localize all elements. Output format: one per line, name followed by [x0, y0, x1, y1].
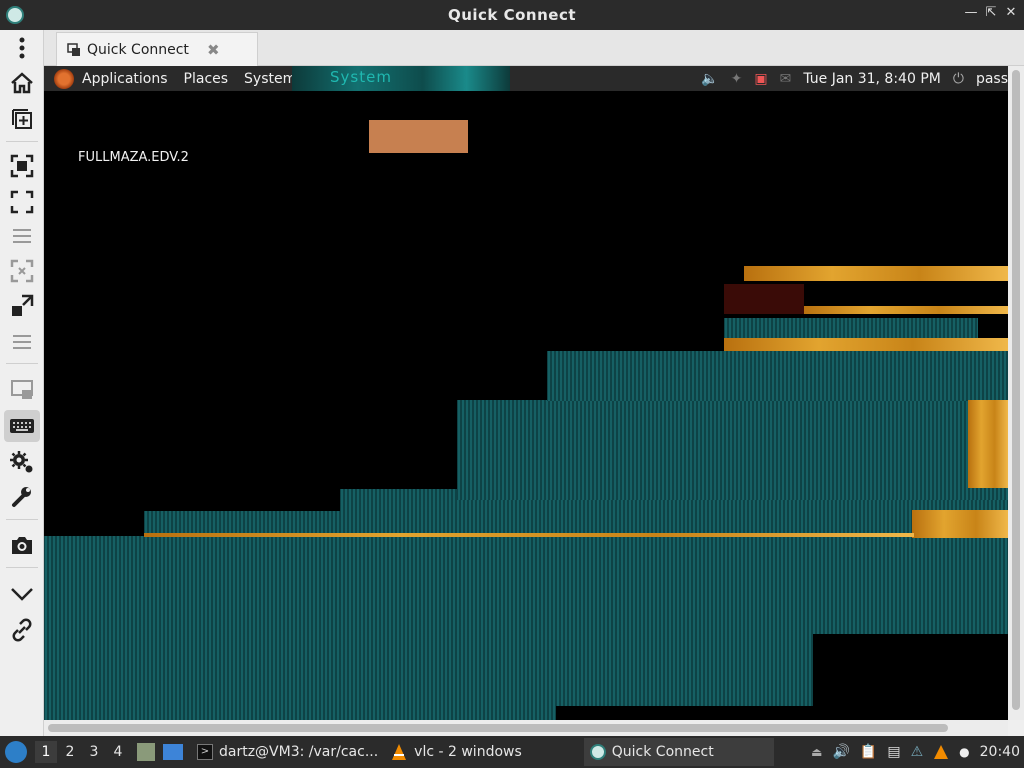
task-quick-connect[interactable]: Quick Connect — [583, 738, 774, 766]
connection-tabbar: Quick Connect ✖ — [44, 30, 1024, 66]
remote-network-icon[interactable]: ✦ — [731, 71, 743, 87]
screen-icon — [67, 42, 80, 56]
remote-glitch-region: System — [292, 66, 510, 91]
disconnect-icon[interactable] — [4, 614, 40, 646]
task-label: Quick Connect — [611, 744, 714, 760]
remote-artifact — [813, 634, 1008, 720]
file-manager-icon[interactable] — [137, 743, 155, 761]
tray-network-icon[interactable]: ▤ — [887, 744, 900, 760]
remote-artifact — [912, 510, 1008, 538]
workspace-1[interactable]: 1 — [35, 741, 57, 763]
menu-lines-icon[interactable] — [4, 326, 40, 358]
close-icon[interactable]: ✕ — [1002, 5, 1020, 20]
remote-desktop-view[interactable]: FULLMAZA.EDV.2 Applications Places Syste… — [44, 66, 1008, 720]
window-titlebar: Quick Connect — ⇱ ✕ — [0, 0, 1024, 30]
remote-artifact — [968, 400, 1008, 488]
workspace-2[interactable]: 2 — [59, 741, 81, 763]
remote-artifact — [744, 266, 1008, 281]
menu-lines-icon[interactable] — [4, 220, 40, 252]
tray-status-icon[interactable]: ● — [959, 745, 969, 759]
remote-menu-applications[interactable]: Applications — [82, 71, 168, 87]
remmina-toolbar — [0, 30, 44, 736]
horizontal-scrollbar[interactable] — [44, 720, 1008, 736]
remote-wallpaper-region — [547, 351, 1008, 401]
task-terminal[interactable]: > dartz@VM3: /var/cac... — [191, 738, 384, 766]
scale-icon[interactable] — [4, 290, 40, 322]
remote-host-label: FULLMAZA.EDV.2 — [78, 150, 189, 165]
more-options-icon[interactable] — [4, 32, 40, 64]
start-menu-icon[interactable] — [5, 741, 27, 763]
vlc-icon — [392, 744, 407, 760]
remote-wallpaper-region — [724, 318, 978, 338]
remote-display-icon[interactable]: ▣ — [754, 71, 767, 87]
tray-eject-icon[interactable]: ⏏ — [811, 745, 822, 759]
tab-label: Quick Connect — [87, 41, 189, 58]
home-icon[interactable] — [4, 67, 40, 99]
system-tray: ⏏ 🔊 📋 ▤ ⚠ ● 20:40 — [811, 736, 1024, 768]
tray-clipboard-icon[interactable]: 📋 — [860, 744, 877, 760]
workspace-3[interactable]: 3 — [83, 741, 105, 763]
restore-icon[interactable]: ⇱ — [982, 5, 1000, 20]
dynamic-resize-icon[interactable] — [4, 255, 40, 287]
remote-volume-icon[interactable]: 🔈 — [701, 71, 718, 87]
remote-power-icon[interactable]: ⏻ — [953, 71, 964, 87]
remote-artifact — [369, 120, 468, 153]
tray-volume-icon[interactable]: 🔊 — [832, 744, 849, 760]
remote-menu-system[interactable]: System — [244, 71, 296, 87]
remote-top-panel: Applications Places System System 🔈 ✦ ▣ … — [44, 66, 1008, 91]
task-label: dartz@VM3: /var/cac... — [219, 744, 379, 760]
remote-glitch-text: System — [330, 68, 392, 86]
screenshot-icon[interactable] — [4, 529, 40, 561]
fullscreen-icon[interactable] — [4, 186, 40, 218]
preferences-icon[interactable] — [4, 446, 40, 478]
tab-quick-connect[interactable]: Quick Connect ✖ — [56, 32, 258, 66]
window-title: Quick Connect — [447, 6, 577, 24]
remote-artifact — [556, 706, 816, 720]
remote-artifact — [724, 284, 804, 314]
terminal-icon: > — [197, 744, 213, 760]
task-vlc[interactable]: vlc - 2 windows — [384, 738, 528, 766]
taskbar: 1 2 3 4 > dartz@VM3: /var/cac... vlc - 2… — [0, 736, 1024, 768]
remote-artifact — [144, 533, 914, 537]
scroll-thumb[interactable] — [1012, 70, 1020, 710]
multi-monitor-icon[interactable] — [4, 374, 40, 406]
tab-close-icon[interactable]: ✖ — [207, 41, 220, 59]
scroll-thumb[interactable] — [48, 724, 948, 732]
remote-artifact — [802, 306, 1008, 314]
remote-menu-places[interactable]: Places — [184, 71, 229, 87]
ubuntu-logo-icon[interactable] — [54, 68, 74, 89]
remote-wallpaper-region — [457, 400, 1008, 500]
remote-user-name[interactable]: pass — [976, 71, 1008, 87]
vertical-scrollbar[interactable] — [1008, 66, 1024, 720]
tray-vlc-icon[interactable] — [933, 744, 949, 760]
tray-notification-icon[interactable]: ⚠ — [911, 744, 924, 760]
minimize-icon[interactable]: — — [962, 5, 980, 20]
show-desktop-icon[interactable] — [163, 744, 183, 760]
tools-icon[interactable] — [4, 481, 40, 513]
tray-clock[interactable]: 20:40 — [980, 744, 1020, 760]
fit-window-icon[interactable] — [4, 150, 40, 182]
task-label: vlc - 2 windows — [414, 744, 522, 760]
new-connection-icon[interactable] — [4, 103, 40, 135]
keyboard-grab-icon[interactable] — [4, 410, 40, 442]
workspace-4[interactable]: 4 — [107, 741, 129, 763]
remmina-icon — [589, 744, 606, 760]
remote-artifact — [724, 338, 1008, 351]
remote-clock[interactable]: Tue Jan 31, 8:40 PM — [803, 71, 941, 87]
remmina-app-icon — [6, 6, 24, 24]
minimize-toolbar-icon[interactable] — [4, 578, 40, 610]
remote-mail-icon[interactable]: ✉ — [780, 71, 792, 87]
